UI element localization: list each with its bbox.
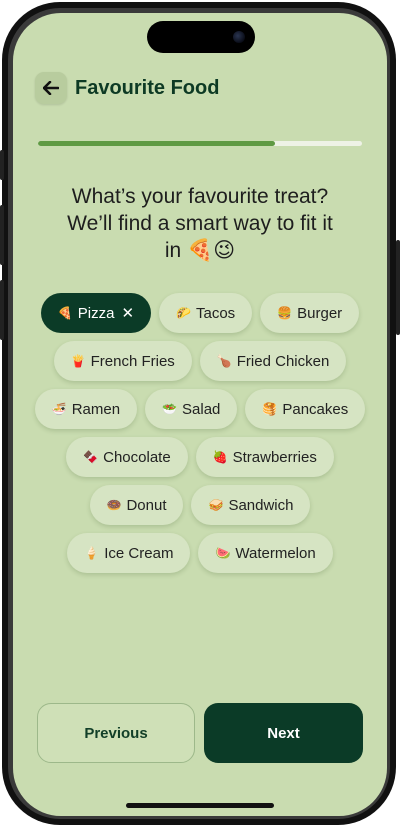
dynamic-island xyxy=(147,21,255,53)
food-emoji-icon: 🍩 xyxy=(106,498,122,512)
home-indicator xyxy=(126,803,274,808)
chip-label: Fried Chicken xyxy=(236,352,330,370)
side-button-action xyxy=(0,150,4,180)
food-emoji-icon: 🥞 xyxy=(262,402,278,416)
chip-label: Donut xyxy=(126,496,167,514)
side-button-volume-up xyxy=(0,205,4,265)
chip-label: French Fries xyxy=(90,352,175,370)
question-line-3: in 🍕😉 xyxy=(164,239,236,262)
food-emoji-icon: 🍜 xyxy=(51,402,67,416)
side-button-volume-down xyxy=(0,280,4,340)
food-chip-pancakes[interactable]: 🥞 Pancakes xyxy=(245,389,366,429)
progress-bar-fill xyxy=(38,141,275,146)
arrow-left-icon xyxy=(43,81,59,95)
camera-icon xyxy=(233,31,245,43)
chip-label: Ice Cream xyxy=(104,544,174,562)
food-emoji-icon: 🍗 xyxy=(216,354,232,368)
food-chip-sandwich[interactable]: 🥪 Sandwich xyxy=(191,485,311,525)
chip-label: Burger xyxy=(297,304,343,322)
progress-bar xyxy=(38,141,362,146)
screen: Favourite Food What’s your favourite tre… xyxy=(13,13,387,816)
food-emoji-icon: 🍓 xyxy=(212,450,228,464)
food-chip-ramen[interactable]: 🍜 Ramen xyxy=(34,389,138,429)
food-chip-list: 🍕 Pizza ✕ 🌮 Tacos 🍔 Burger 🍟 French Fries 🍗 Fried … xyxy=(31,293,369,573)
food-chip-salad[interactable]: 🥗 Salad xyxy=(145,389,238,429)
food-emoji-icon: 🍕 xyxy=(57,306,73,320)
header: Favourite Food xyxy=(35,71,219,105)
previous-button[interactable]: Previous xyxy=(37,703,195,763)
food-chip-pizza[interactable]: 🍕 Pizza ✕ xyxy=(40,293,152,333)
next-button[interactable]: Next xyxy=(204,703,363,763)
food-emoji-icon: 🥗 xyxy=(162,402,178,416)
chip-label: Strawberries xyxy=(232,448,317,466)
food-emoji-icon: 🥪 xyxy=(208,498,224,512)
food-emoji-icon: 🍟 xyxy=(70,354,86,368)
food-chip-donut[interactable]: 🍩 Donut xyxy=(89,485,184,525)
food-chip-tacos[interactable]: 🌮 Tacos xyxy=(159,293,253,333)
food-emoji-icon: 🍉 xyxy=(215,546,231,560)
food-chip-french-fries[interactable]: 🍟 French Fries xyxy=(53,341,192,381)
food-emoji-icon: 🍔 xyxy=(277,306,293,320)
page-title: Favourite Food xyxy=(75,76,220,99)
food-chip-watermelon[interactable]: 🍉 Watermelon xyxy=(198,533,333,573)
close-icon[interactable]: ✕ xyxy=(121,304,134,322)
food-chip-ice-cream[interactable]: 🍦 Ice Cream xyxy=(67,533,191,573)
chip-label: Watermelon xyxy=(235,544,316,562)
food-chip-burger[interactable]: 🍔 Burger xyxy=(260,293,360,333)
chip-label: Chocolate xyxy=(103,448,171,466)
side-button-power xyxy=(396,240,400,335)
chip-label: Ramen xyxy=(71,400,121,418)
back-button[interactable] xyxy=(35,72,67,104)
food-emoji-icon: 🌮 xyxy=(176,306,191,320)
food-emoji-icon: 🍫 xyxy=(83,450,99,464)
question-line-2: We’ll find a smart way to fit it xyxy=(67,212,333,235)
chip-label: Sandwich xyxy=(228,496,294,514)
food-emoji-icon: 🍦 xyxy=(84,546,100,560)
question-text: What’s your favourite treat? We’ll find … xyxy=(33,183,367,264)
chip-label: Pizza xyxy=(77,304,115,322)
food-chip-fried-chicken[interactable]: 🍗 Fried Chicken xyxy=(199,341,347,381)
chip-label: Salad xyxy=(182,400,221,418)
chip-label: Tacos xyxy=(196,304,236,322)
food-chip-chocolate[interactable]: 🍫 Chocolate xyxy=(66,437,188,477)
question-line-1: What’s your favourite treat? xyxy=(71,185,329,208)
chip-label: Pancakes xyxy=(282,400,349,418)
food-chip-strawberries[interactable]: 🍓 Strawberries xyxy=(195,437,334,477)
